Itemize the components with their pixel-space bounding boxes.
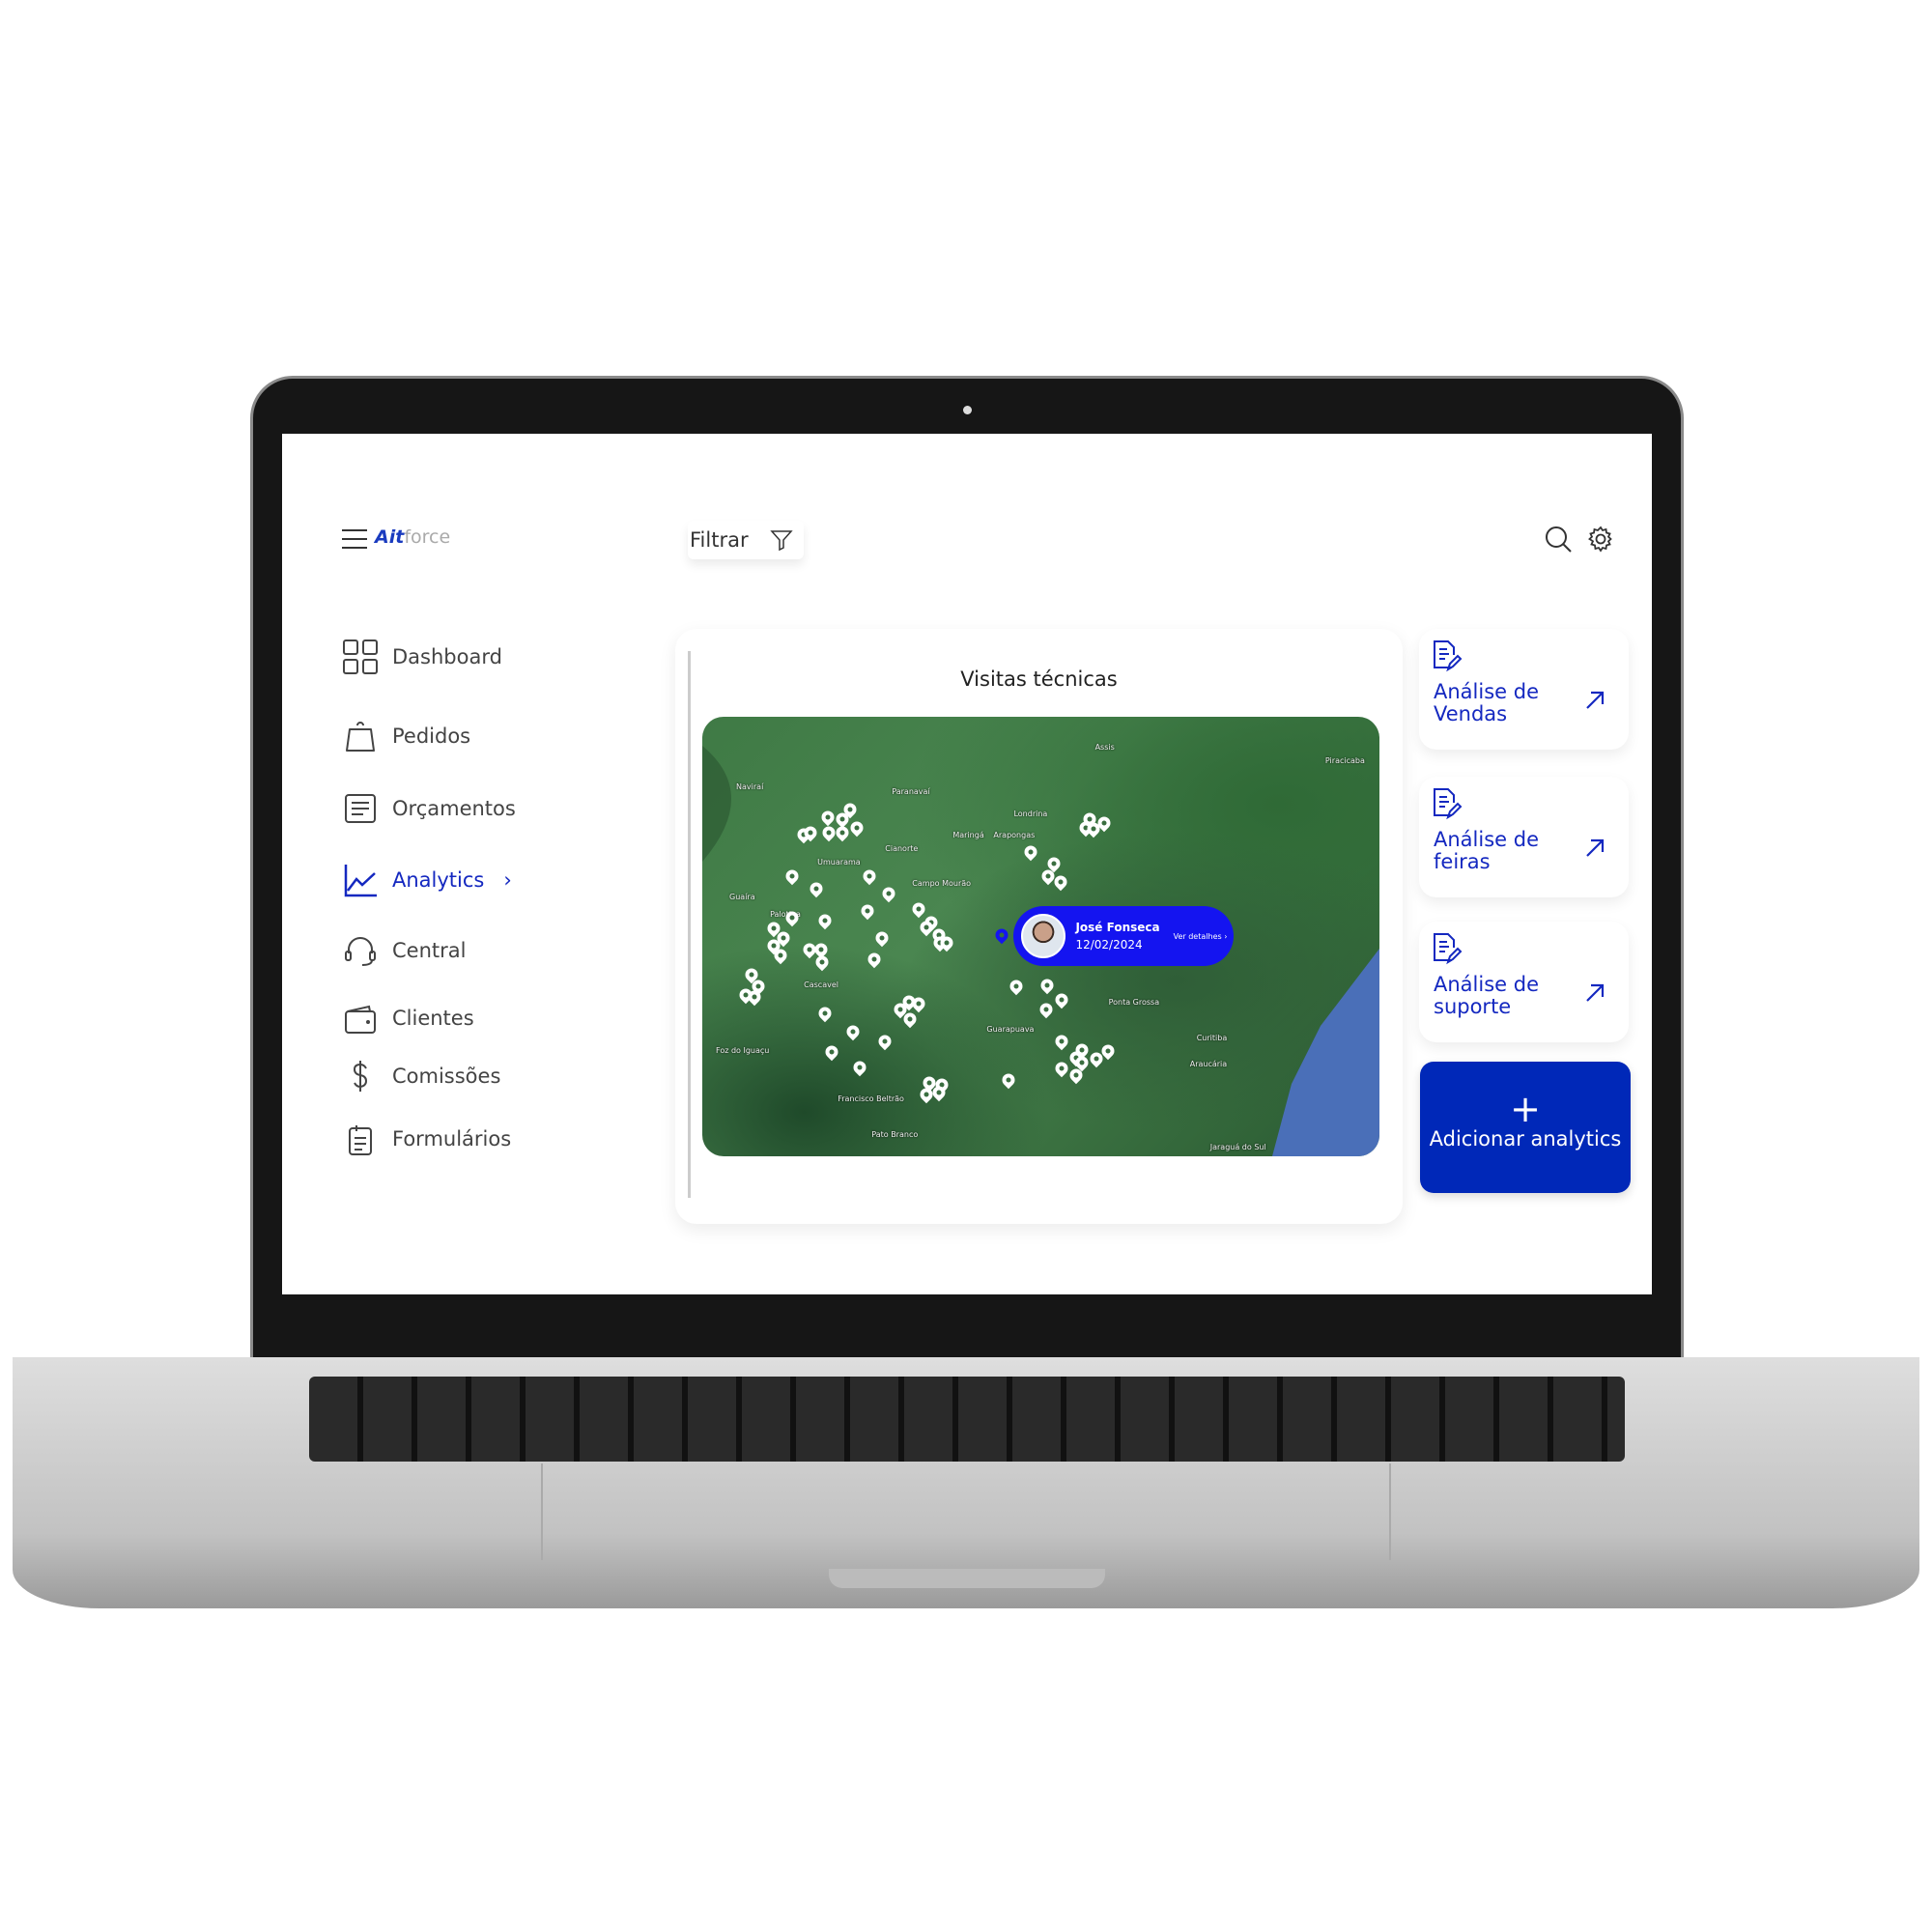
scrollbar[interactable] [688, 651, 691, 1198]
map-label: Pato Branco [871, 1129, 919, 1139]
add-analytics-label: Adicionar analytics [1429, 1127, 1622, 1151]
sidebar-item-label: Formulários [392, 1127, 512, 1151]
avatar [1021, 914, 1066, 959]
analytics-card-label: Análise de Vendas [1434, 680, 1539, 725]
map-label: Jaraguá do Sul [1209, 1143, 1266, 1152]
map-label: Piracicaba [1324, 755, 1365, 765]
document-edit-icon [1434, 933, 1463, 965]
sidebar-item-label: Pedidos [392, 724, 471, 748]
sidebar-item-label: Orçamentos [392, 797, 516, 820]
map-label: Assis [1094, 743, 1115, 753]
map-label: Naviraí [736, 782, 764, 792]
visit-popup[interactable]: José Fonseca 12/02/2024 Ver detalhes › [1013, 905, 1235, 967]
details-link[interactable]: Ver detalhes › [1174, 932, 1228, 941]
map-label: Ponta Grossa [1108, 998, 1160, 1008]
keyboard [309, 1377, 1625, 1462]
sidebar-item-label: Comissões [392, 1065, 501, 1088]
lid-notch [829, 1569, 1105, 1588]
bag-icon [346, 722, 375, 752]
map-label: Maringá [952, 831, 984, 840]
chevron-right-icon: › [503, 868, 512, 892]
visit-date: 12/02/2024 [1075, 938, 1143, 952]
visitor-name: José Fonseca [1075, 921, 1160, 935]
map-label: Foz do Iguaçu [716, 1046, 770, 1056]
sidebar-item-orcamentos[interactable]: Orçamentos [342, 790, 516, 827]
sidebar-item-formularios[interactable]: Formulários [342, 1121, 511, 1157]
wallet-icon [345, 1005, 376, 1034]
chart-line-icon [344, 865, 377, 897]
filter-button[interactable]: Filtrar [688, 521, 804, 559]
map-label: Araucária [1189, 1059, 1228, 1068]
map-label: Francisco Beltrão [838, 1094, 904, 1104]
arrow-up-right-icon [1586, 838, 1605, 857]
sidebar-item-comissoes[interactable]: Comissões [342, 1058, 500, 1094]
grid-icon [343, 639, 378, 674]
trackpad [541, 1463, 1391, 1560]
gear-icon[interactable] [1586, 525, 1615, 554]
map-label: Campo Mourão [912, 879, 972, 889]
analytics-card[interactable]: Análise de Vendas [1419, 629, 1629, 750]
headset-icon [345, 937, 376, 966]
menu-icon[interactable] [342, 529, 367, 549]
logo: Aitforce [375, 526, 451, 548]
map-label: Curitiba [1196, 1033, 1228, 1042]
arrow-up-right-icon [1586, 983, 1605, 1002]
map-label: Guaíra [729, 893, 755, 901]
filter-label: Filtrar [690, 528, 749, 552]
sidebar-item-dashboard[interactable]: Dashboard [342, 639, 502, 675]
analytics-card-label: Análise de feiras [1434, 828, 1539, 873]
analytics-card-label: Análise de suporte [1434, 973, 1539, 1018]
sidebar-item-analytics[interactable]: Analytics › [342, 862, 512, 898]
map-label: Umuarama [817, 857, 861, 867]
arrow-up-right-icon [1586, 691, 1605, 709]
map-label: Cascavel [804, 980, 838, 989]
map-label: Paranavaí [892, 786, 930, 796]
clipboard-icon [349, 1125, 372, 1155]
map[interactable]: Naviraí Paranavaí Assis Piracicaba Londrina M… [702, 717, 1379, 1156]
filter-icon [769, 530, 793, 552]
map-label: Guarapuava [986, 1024, 1035, 1034]
sidebar-item-label: Dashboard [392, 645, 502, 668]
card-title: Visitas técnicas [960, 668, 1118, 691]
document-edit-icon [1434, 640, 1463, 672]
map-label: Cianorte [885, 843, 919, 853]
analytics-card[interactable]: Análise de feiras [1419, 777, 1629, 897]
map-label: Arapongas [993, 831, 1036, 840]
sidebar-item-label: Clientes [392, 1007, 474, 1030]
analytics-card[interactable]: Análise de suporte [1419, 922, 1629, 1042]
sidebar-item-central[interactable]: Central [342, 932, 466, 969]
map-label: Londrina [1013, 809, 1048, 818]
search-icon[interactable] [1544, 525, 1573, 554]
document-icon [345, 794, 376, 823]
camera [963, 406, 972, 414]
sidebar-item-label: Central [392, 939, 467, 962]
add-analytics-button[interactable]: + Adicionar analytics [1420, 1062, 1631, 1193]
plus-icon: + [1510, 1088, 1541, 1130]
sidebar-item-label: Analytics [392, 868, 485, 892]
sidebar-item-clientes[interactable]: Clientes [342, 1000, 474, 1037]
dollar-icon [353, 1061, 368, 1092]
sidebar-item-pedidos[interactable]: Pedidos [342, 718, 470, 754]
screen: Aitforce Filtrar Dashboard Pedidos Orçamen… [282, 434, 1652, 1294]
document-edit-icon [1434, 788, 1463, 820]
